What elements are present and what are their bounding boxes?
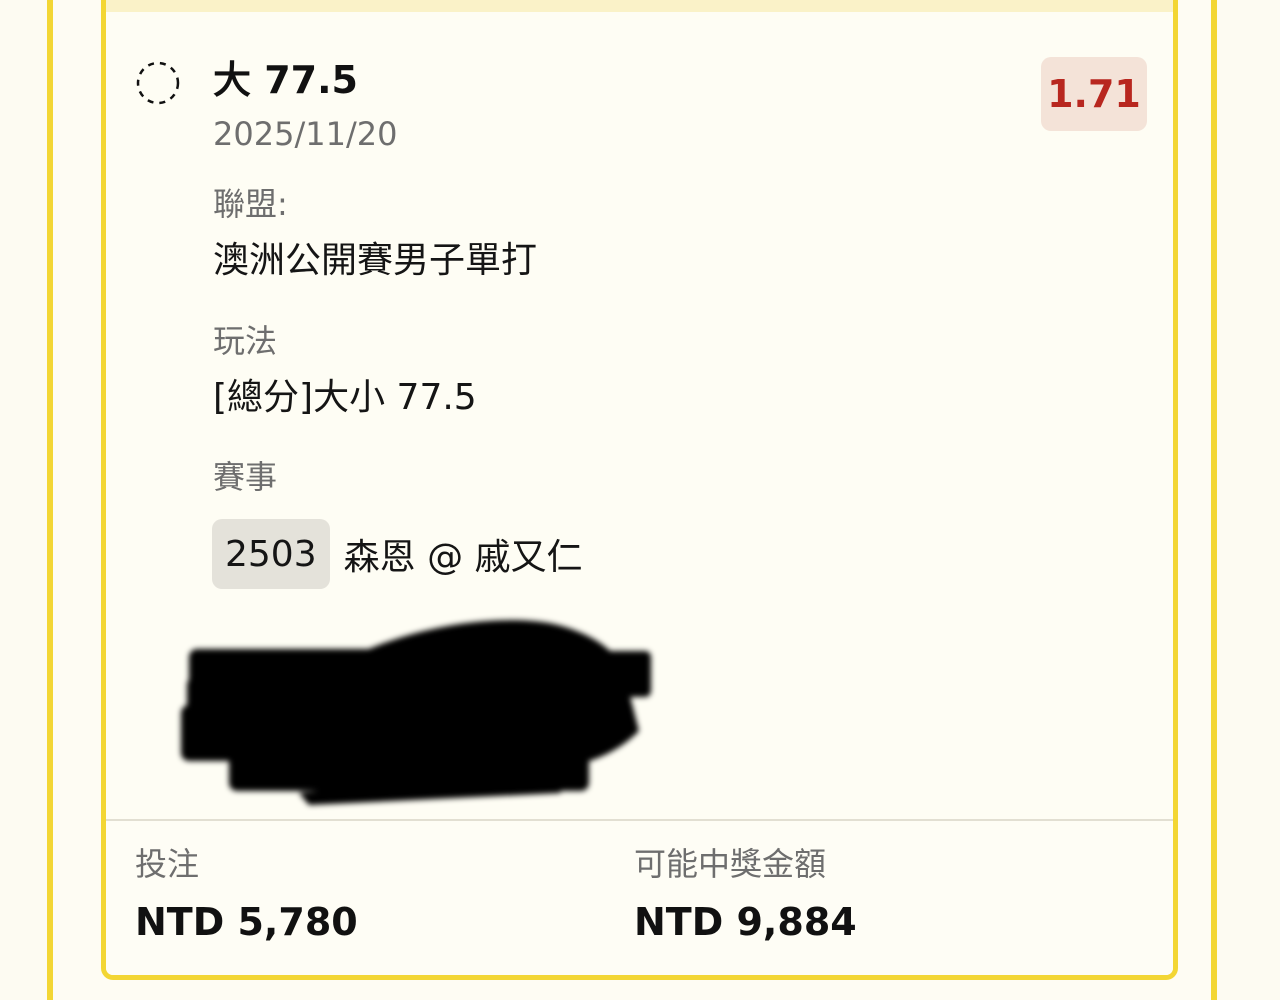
bet-card: 大 77.5 2025/11/20 1.71 聯盟: 澳洲公開賽男子單打 玩法 … bbox=[101, 0, 1178, 980]
odds-badge: 1.71 bbox=[1041, 57, 1147, 131]
event-row: 2503 森恩 @ 戚又仁 bbox=[212, 518, 583, 590]
stake-value: NTD 5,780 bbox=[135, 900, 358, 944]
odds-value: 1.71 bbox=[1047, 72, 1141, 116]
payout-block: 可能中獎金額 NTD 9,884 bbox=[634, 841, 857, 947]
card-top-band bbox=[106, 0, 1173, 12]
event-label: 賽事 bbox=[213, 458, 278, 496]
play-label: 玩法 bbox=[213, 322, 278, 360]
event-name: 森恩 @ 戚又仁 bbox=[343, 537, 583, 578]
league-label: 聯盟: bbox=[213, 185, 288, 223]
stake-label: 投注 bbox=[135, 845, 200, 883]
pending-status-icon bbox=[136, 61, 180, 105]
payout-label: 可能中獎金額 bbox=[634, 845, 827, 883]
play-value: [總分]大小 77.5 bbox=[213, 377, 477, 418]
league-value: 澳洲公開賽男子單打 bbox=[213, 240, 538, 281]
bet-selection: 大 77.5 bbox=[213, 58, 358, 102]
bet-date: 2025/11/20 bbox=[213, 115, 398, 153]
bet-summary: 投注 NTD 5,780 可能中獎金額 NTD 9,884 bbox=[106, 821, 1173, 975]
payout-value: NTD 9,884 bbox=[634, 900, 857, 944]
stake-block: 投注 NTD 5,780 bbox=[135, 841, 358, 947]
event-code-badge: 2503 bbox=[212, 519, 330, 589]
redaction-scribble bbox=[181, 620, 651, 805]
